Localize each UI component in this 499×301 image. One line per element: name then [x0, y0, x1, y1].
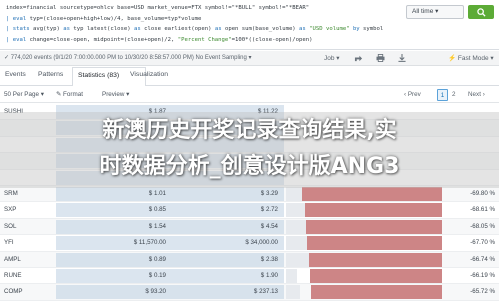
results-tabs: Events Patterns Statistics (83) Visualiz…: [0, 67, 499, 86]
low-cell: $ 0.89: [148, 255, 166, 263]
percent-change-cell: -65.72 %: [470, 288, 495, 296]
query-token: by: [352, 26, 364, 32]
time-range-picker[interactable]: All time ▾: [406, 5, 464, 19]
symbol-cell: AMPL: [4, 255, 21, 263]
low-cell: $ 1.01: [148, 190, 166, 197]
query-line: | eval change=close-open, midpoint=(clos…: [6, 35, 394, 46]
symbol-cell: SOL: [4, 222, 17, 230]
query-token: as: [214, 26, 225, 32]
high-cell: $ 34,000.00: [245, 239, 278, 247]
print-icon[interactable]: [376, 54, 385, 64]
per-page-dropdown[interactable]: 50 Per Page ▾: [4, 91, 44, 98]
table-row[interactable]: SXP$ 0.85$ 2.72$ 10,914,687-68.61 %: [0, 202, 499, 219]
watermark-text-line-2: 时数据分析_创意设计版ANG3: [99, 154, 400, 179]
query-token: index=financial sourcetype=ohlcv base=US…: [6, 5, 310, 11]
table-row[interactable]: AMPL$ 0.89$ 2.38$ 11,242,427-66.74 %: [0, 251, 499, 268]
table-row[interactable]: YFI$ 11,570.00$ 34,000.00$ 47,190,214-67…: [0, 235, 499, 252]
low-cell: $ 0.19: [148, 272, 166, 279]
next-page-button[interactable]: Next ›: [468, 89, 485, 101]
tab-patterns[interactable]: Patterns: [38, 71, 63, 78]
percent-change-bar: [304, 203, 442, 218]
high-cell: $ 2.38: [260, 255, 278, 263]
percent-change-bar: [305, 219, 442, 234]
table-row[interactable]: RUNE$ 0.19$ 1.90$ 4,00-66.19 %: [0, 268, 499, 285]
low-cell: $ 1.54: [148, 222, 166, 230]
low-cell: $ 11,570.00: [133, 239, 166, 247]
percent-change-cell: -67.70 %: [470, 239, 495, 247]
search-mode-dropdown[interactable]: ⚡ Fast Mode ▾: [448, 54, 494, 62]
symbol-cell: SXP: [4, 206, 17, 214]
percent-change-cell: -66.74 %: [470, 255, 495, 263]
percent-change-cell: -68.05 %: [470, 222, 495, 230]
page-1-button[interactable]: 1: [437, 89, 448, 101]
high-cell: $ 237.13: [253, 288, 278, 296]
symbol-cell: SRM: [4, 190, 18, 197]
query-token: as: [299, 26, 310, 32]
query-token: | eval: [6, 15, 30, 22]
query-token: "USD volume": [309, 26, 353, 32]
query-token: | eval: [6, 36, 30, 43]
percent-change-cell: -69.80 %: [470, 190, 495, 197]
tab-visualization[interactable]: Visualization: [130, 71, 168, 78]
symbol-cell: RUNE: [4, 272, 22, 279]
query-token: =100*((close-open)/open): [231, 36, 313, 43]
watermark-text-line-1: 新澳历史开奖记录查询结果,实: [102, 118, 397, 143]
query-token: open sum(base_volume): [224, 26, 300, 32]
percent-change-cell: -66.19 %: [470, 272, 495, 279]
high-cell: $ 2.72: [260, 206, 278, 214]
query-token: | stats: [6, 26, 33, 32]
high-cell: $ 3.29: [260, 190, 278, 197]
table-row[interactable]: SRM$ 1.01$ 3.29$ 40,161,812-69.80 %: [0, 186, 499, 203]
query-line: | eval typ=(close+open+high+low)/4, base…: [6, 14, 394, 25]
tab-statistics-label: Statistics (83): [78, 72, 120, 79]
query-token: typ=(close+open+high+low)/4, base_volume…: [29, 15, 202, 22]
low-cell: $ 0.85: [148, 206, 166, 214]
prev-page-button[interactable]: ‹ Prev: [404, 89, 421, 101]
search-icon: [476, 7, 486, 17]
query-token: as: [63, 26, 74, 32]
query-token: change=close-open, midpoint=(close+open)…: [29, 36, 178, 43]
symbol-cell: YFI: [4, 239, 14, 247]
percent-change-bar: [309, 269, 442, 283]
query-token: close earliest(open): [144, 26, 215, 32]
high-cell: $ 1.90: [260, 272, 278, 279]
format-button[interactable]: ✎ Format: [56, 91, 83, 98]
table-row[interactable]: COMP$ 93.20$ 237.13$ 5,03-65.72 %: [0, 284, 499, 301]
page-2-button[interactable]: 2: [452, 89, 456, 101]
symbol-cell: COMP: [4, 288, 23, 296]
query-token: typ latest(close): [73, 26, 134, 32]
share-icon[interactable]: [354, 54, 363, 64]
query-token: symbol: [363, 26, 384, 32]
job-menu[interactable]: Job ▾: [324, 54, 340, 62]
percent-change-bar: [302, 187, 442, 201]
query-text[interactable]: index=financial sourcetype=ohlcv base=US…: [6, 3, 394, 45]
query-line: index=financial sourcetype=ohlcv base=US…: [6, 3, 394, 14]
percent-change-bar: [308, 252, 442, 267]
search-button[interactable]: [468, 5, 494, 19]
search-editor[interactable]: index=financial sourcetype=ohlcv base=US…: [0, 0, 499, 50]
job-status-bar: ✓ 774,020 events (9/1/20 7:00:00.000 PM …: [0, 51, 499, 66]
table-row[interactable]: SOL$ 1.54$ 4.54$ 10,724,134-68.05 %: [0, 218, 499, 236]
percent-change-cell: -68.61 %: [470, 206, 495, 214]
preview-dropdown[interactable]: Preview ▾: [102, 91, 129, 98]
percent-change-bar: [306, 236, 442, 251]
low-cell: $ 93.20: [145, 288, 166, 296]
query-line: | stats avg(typ) as typ latest(close) as…: [6, 24, 394, 35]
export-icon[interactable]: [398, 54, 406, 64]
event-count-status: ✓ 774,020 events (9/1/20 7:00:00.000 PM …: [4, 55, 252, 61]
high-cell: $ 4.54: [260, 222, 278, 230]
query-token: as: [134, 26, 145, 32]
tab-events[interactable]: Events: [5, 71, 26, 78]
results-toolbar: 50 Per Page ▾ ✎ Format Preview ▾ ‹ Prev …: [0, 87, 499, 103]
query-token: avg(typ): [32, 26, 64, 32]
query-token: "Percent Change": [177, 36, 232, 43]
percent-change-bar: [310, 285, 442, 300]
